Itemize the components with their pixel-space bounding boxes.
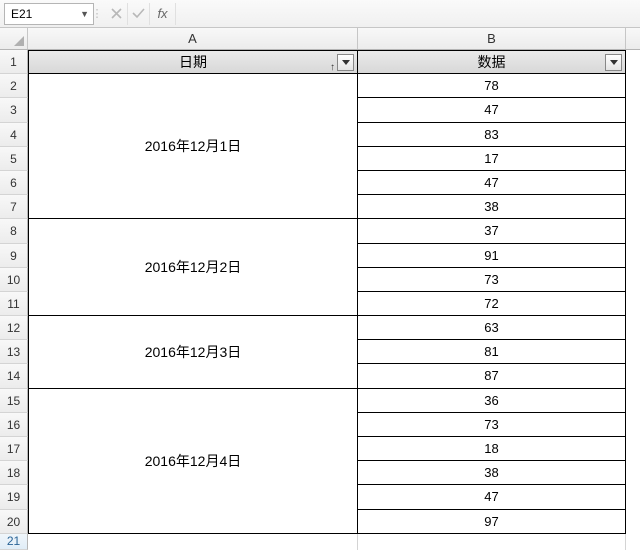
row-header[interactable]: 9 xyxy=(0,244,28,268)
merged-date-cell[interactable]: 2016年12月1日 xyxy=(28,74,358,219)
row-header[interactable]: 10 xyxy=(0,268,28,292)
row-header[interactable]: 1 xyxy=(0,50,28,74)
row-header[interactable]: 14 xyxy=(0,364,28,388)
cell-B[interactable]: 63 xyxy=(358,316,626,340)
cell-B[interactable]: 87 xyxy=(358,364,626,388)
cell-B[interactable]: 47 xyxy=(358,171,626,195)
cell-B[interactable]: 73 xyxy=(358,268,626,292)
row-header[interactable]: 4 xyxy=(0,123,28,147)
cell-B[interactable]: 73 xyxy=(358,413,626,437)
cell-A[interactable] xyxy=(28,534,358,550)
cell-B[interactable]: 38 xyxy=(358,195,626,219)
sort-asc-icon[interactable]: ↑ xyxy=(330,56,335,74)
cell-B[interactable]: 17 xyxy=(358,147,626,171)
row-header[interactable]: 13 xyxy=(0,340,28,364)
column-header-row: A B xyxy=(0,28,640,50)
cell-B[interactable]: 37 xyxy=(358,219,626,243)
column-header-A[interactable]: A xyxy=(28,28,358,49)
header-date-label: 日期 xyxy=(179,54,207,70)
grid[interactable]: 1 日期 ↑ 数据 2 78 3 47 4 83 5 17 6 47 7 38 8 37 9 91 10 73 11 72 12… xyxy=(0,50,640,550)
name-box[interactable]: E21 ▼ xyxy=(4,3,94,25)
row-header[interactable]: 17 xyxy=(0,437,28,461)
cell-B[interactable]: 36 xyxy=(358,389,626,413)
fx-label[interactable]: fx xyxy=(150,3,176,25)
merged-date-cell[interactable]: 2016年12月2日 xyxy=(28,219,358,316)
chevron-down-icon xyxy=(342,60,350,65)
cancel-icon[interactable] xyxy=(106,3,128,25)
cell-B[interactable]: 97 xyxy=(358,510,626,534)
row-header[interactable]: 8 xyxy=(0,219,28,243)
row-header[interactable]: 6 xyxy=(0,171,28,195)
row-header[interactable]: 11 xyxy=(0,292,28,316)
cell-B[interactable]: 18 xyxy=(358,437,626,461)
header-data-label: 数据 xyxy=(478,54,506,70)
date-label: 2016年12月2日 xyxy=(145,257,242,277)
chevron-down-icon xyxy=(610,60,618,65)
formula-bar: E21 ▼ ⋮ fx xyxy=(0,0,640,28)
date-label: 2016年12月1日 xyxy=(145,136,242,156)
cell-B[interactable] xyxy=(358,534,626,550)
filter-button-A[interactable] xyxy=(337,54,354,71)
row-header[interactable]: 2 xyxy=(0,74,28,98)
cell-B[interactable]: 78 xyxy=(358,74,626,98)
row-header[interactable]: 3 xyxy=(0,98,28,122)
cell-B[interactable]: 38 xyxy=(358,461,626,485)
cell-B[interactable]: 83 xyxy=(358,123,626,147)
header-date-cell[interactable]: 日期 ↑ xyxy=(28,50,358,74)
confirm-icon[interactable] xyxy=(128,3,150,25)
cell-B[interactable]: 72 xyxy=(358,292,626,316)
row-header[interactable]: 15 xyxy=(0,389,28,413)
formula-bar-buttons xyxy=(106,3,150,25)
spreadsheet: A B 1 日期 ↑ 数据 2 78 3 47 4 83 5 17 6 47 7 38 8 37 9 91 10 73 11… xyxy=(0,28,640,550)
row-header[interactable]: 16 xyxy=(0,413,28,437)
cell-B[interactable]: 47 xyxy=(358,485,626,509)
filter-button-B[interactable] xyxy=(605,54,622,71)
select-all-cell[interactable] xyxy=(0,28,28,49)
row-header[interactable]: 18 xyxy=(0,461,28,485)
cell-B[interactable]: 81 xyxy=(358,340,626,364)
merged-date-cell[interactable]: 2016年12月3日 xyxy=(28,316,358,389)
date-label: 2016年12月3日 xyxy=(145,342,242,362)
row-header[interactable]: 7 xyxy=(0,195,28,219)
cell-B[interactable]: 91 xyxy=(358,244,626,268)
row-header[interactable]: 20 xyxy=(0,510,28,534)
separator-icon: ⋮ xyxy=(94,3,100,25)
column-header-B[interactable]: B xyxy=(358,28,626,49)
row-header[interactable]: 12 xyxy=(0,316,28,340)
header-data-cell[interactable]: 数据 xyxy=(358,50,626,74)
date-label: 2016年12月4日 xyxy=(145,451,242,471)
row-header[interactable]: 5 xyxy=(0,147,28,171)
formula-input[interactable] xyxy=(176,3,640,25)
chevron-down-icon[interactable]: ▼ xyxy=(80,9,89,19)
name-box-value: E21 xyxy=(11,7,80,21)
merged-date-cell[interactable]: 2016年12月4日 xyxy=(28,389,358,534)
row-header[interactable]: 19 xyxy=(0,485,28,509)
cell-B[interactable]: 47 xyxy=(358,98,626,122)
row-header[interactable]: 21 xyxy=(0,534,28,550)
